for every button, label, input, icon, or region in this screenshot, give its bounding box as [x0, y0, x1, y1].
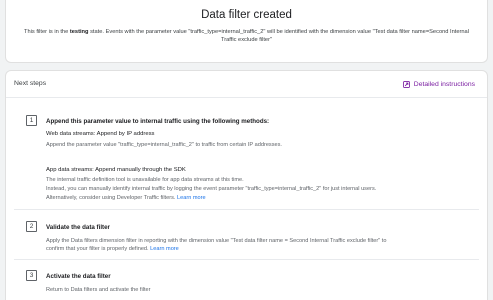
app-streams-heading: App data streams: Append manually throug…: [46, 167, 186, 173]
web-streams-heading: Web data streams: Append by IP address: [46, 131, 155, 137]
activate-line-1: Return to Data filters and activate the …: [46, 287, 151, 293]
step-number: 3: [26, 270, 37, 281]
filter-created-banner: Data filter created This filter is in th…: [5, 0, 488, 63]
learn-more-link[interactable]: Learn more: [177, 195, 206, 201]
app-streams-line-2: Instead, you can manually identify inter…: [46, 186, 377, 192]
description-suffix: state. Events with the parameter value "…: [88, 29, 469, 44]
learn-more-link[interactable]: Learn more: [150, 246, 179, 252]
description-prefix: This filter is in the: [24, 29, 70, 35]
detailed-instructions-label: Detailed instructions: [413, 80, 475, 88]
page-title: Data filter created: [201, 9, 292, 21]
step-divider: [14, 209, 479, 210]
web-streams-text: Append the parameter value "traffic_type…: [46, 142, 282, 148]
step-number: 1: [26, 115, 37, 126]
developer-filters-text: Alternatively, consider using Developer …: [46, 195, 176, 201]
validate-line-1: Apply the Data filters dimension filter …: [46, 238, 387, 244]
app-streams-line-3: Alternatively, consider using Developer …: [46, 194, 457, 202]
validate-text: confirm that your filter is properly def…: [46, 246, 149, 252]
step-number: 2: [26, 221, 37, 232]
next-steps-card: Next steps Detailed instructions 1 Appen…: [5, 70, 488, 300]
open-in-new-icon: [402, 80, 410, 88]
step-title: Validate the data filter: [46, 224, 110, 231]
filter-description: This filter is in the testing state. Eve…: [18, 28, 475, 44]
step-title: Activate the data filter: [46, 273, 111, 280]
next-steps-title: Next steps: [14, 80, 47, 87]
next-steps-header: Next steps Detailed instructions: [6, 71, 487, 98]
detailed-instructions-link[interactable]: Detailed instructions: [402, 78, 475, 90]
filter-state: testing: [69, 29, 89, 35]
step-divider: [14, 259, 479, 260]
app-streams-line-1: The internal traffic definition tool is …: [46, 177, 244, 183]
validate-line-2: confirm that your filter is properly def…: [46, 245, 457, 253]
step-title: Append this parameter value to internal …: [46, 118, 270, 125]
